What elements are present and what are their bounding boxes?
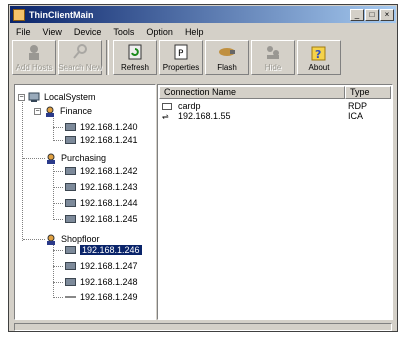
tree-host[interactable]: 192.168.1.244 <box>65 197 138 209</box>
column-header-connection-name[interactable]: Connection Name <box>159 86 345 99</box>
add-hosts-label: Add Hosts <box>15 63 53 72</box>
toolbar: Add Hosts Search New Refresh P Propertie… <box>10 40 396 78</box>
main-window: ThinClientMain _ □ × File View Device To… <box>8 4 398 332</box>
tree-host[interactable]: 192.168.1.243 <box>65 181 138 193</box>
add-hosts-button[interactable]: Add Hosts <box>12 40 56 75</box>
device-tree[interactable]: − LocalSystem − Finance 192.168.1.240 19… <box>14 84 156 320</box>
host-label: 192.168.1.242 <box>80 166 138 176</box>
search-icon <box>73 44 87 59</box>
terminal-icon <box>65 262 76 270</box>
rdp-icon <box>162 102 172 110</box>
svg-text:?: ? <box>315 48 321 61</box>
window-title: ThinClientMain <box>29 9 94 20</box>
about-icon: ? <box>311 46 326 61</box>
flash-button[interactable]: Flash <box>205 40 249 75</box>
connection-name: 192.168.1.55 <box>178 111 231 121</box>
computer-icon <box>28 92 40 102</box>
menu-view[interactable]: View <box>37 27 68 37</box>
connection-row[interactable]: cardp <box>162 101 201 111</box>
svg-text:P: P <box>178 49 184 59</box>
connection-type: ICA <box>348 111 364 121</box>
host-label: 192.168.1.243 <box>80 182 138 192</box>
tree-host[interactable]: 192.168.1.241 <box>65 134 138 146</box>
tree-root-label: LocalSystem <box>44 92 96 102</box>
hide-label: Hide <box>264 63 282 72</box>
host-label: 192.168.1.246 <box>80 245 142 255</box>
minimize-button[interactable]: _ <box>350 8 364 21</box>
connection-name: cardp <box>178 101 201 111</box>
host-label: 192.168.1.248 <box>80 277 138 287</box>
host-label: 192.168.1.247 <box>80 261 138 271</box>
connection-list[interactable]: Connection Name Type cardp RDP ⇌ 192.168… <box>157 84 393 320</box>
menu-device[interactable]: Device <box>68 27 108 37</box>
host-label: 192.168.1.245 <box>80 214 138 224</box>
tree-host[interactable]: 192.168.1.242 <box>65 165 138 177</box>
tree-host[interactable]: 192.168.1.245 <box>65 213 138 225</box>
group-user-icon <box>47 234 55 245</box>
terminal-icon <box>65 183 76 191</box>
menu-tools[interactable]: Tools <box>107 27 140 37</box>
group-user-icon <box>46 106 54 117</box>
host-label: 192.168.1.249 <box>80 292 138 302</box>
group-label: Purchasing <box>61 153 107 163</box>
terminal-icon <box>65 215 76 223</box>
ica-icon: ⇌ <box>162 111 169 121</box>
flash-label: Flash <box>217 63 237 72</box>
terminal-icon <box>65 246 76 254</box>
menu-bar: File View Device Tools Option Help <box>10 24 396 39</box>
terminal-icon <box>65 167 76 175</box>
terminal-icon <box>65 123 76 131</box>
connection-row[interactable]: ⇌ 192.168.1.55 <box>162 111 231 121</box>
refresh-icon <box>128 44 142 60</box>
about-button[interactable]: ? About <box>297 40 341 75</box>
terminal-icon <box>65 278 76 286</box>
close-button[interactable]: × <box>380 8 394 21</box>
app-icon <box>13 8 25 21</box>
collapse-toggle[interactable]: − <box>34 107 41 115</box>
tree-host-selected[interactable]: 192.168.1.246 <box>65 244 142 256</box>
title-bar[interactable]: ThinClientMain _ □ × <box>10 6 396 23</box>
tree-host[interactable]: 192.168.1.247 <box>65 260 138 272</box>
properties-button[interactable]: P Properties <box>159 40 203 75</box>
terminal-icon <box>65 136 76 144</box>
toolbar-separator <box>106 40 109 75</box>
properties-icon: P <box>174 44 188 60</box>
add-hosts-icon <box>29 45 39 60</box>
group-user-icon <box>47 153 55 164</box>
flash-icon <box>219 48 235 56</box>
menu-option[interactable]: Option <box>140 27 179 37</box>
about-label: About <box>308 63 330 72</box>
menu-help[interactable]: Help <box>179 27 210 37</box>
status-bar <box>14 323 392 331</box>
terminal-icon <box>65 296 76 298</box>
hide-button[interactable]: Hide <box>251 40 295 75</box>
refresh-button[interactable]: Refresh <box>113 40 157 75</box>
search-new-label: Search New <box>58 63 102 72</box>
terminal-icon <box>65 199 76 207</box>
tree-group-purchasing[interactable]: Purchasing <box>45 152 106 164</box>
maximize-button[interactable]: □ <box>365 8 379 21</box>
menu-file[interactable]: File <box>10 27 37 37</box>
group-label: Finance <box>60 106 93 116</box>
tree-node-root[interactable]: − LocalSystem <box>18 91 96 103</box>
connection-type: RDP <box>348 101 368 111</box>
hide-icon <box>267 46 279 59</box>
collapse-toggle[interactable]: − <box>18 93 25 101</box>
tree-host[interactable]: 192.168.1.249 <box>65 291 138 303</box>
tree-group-finance[interactable]: − Finance <box>34 105 92 117</box>
group-label: Shopfloor <box>61 234 100 244</box>
properties-label: Properties <box>162 63 200 72</box>
column-header-type[interactable]: Type <box>345 86 391 99</box>
tree-host[interactable]: 192.168.1.248 <box>65 276 138 288</box>
tree-host[interactable]: 192.168.1.240 <box>65 121 138 133</box>
host-label: 192.168.1.241 <box>80 135 138 145</box>
refresh-label: Refresh <box>120 63 149 72</box>
search-new-button[interactable]: Search New <box>58 40 102 75</box>
host-label: 192.168.1.240 <box>80 122 138 132</box>
host-label: 192.168.1.244 <box>80 198 138 208</box>
